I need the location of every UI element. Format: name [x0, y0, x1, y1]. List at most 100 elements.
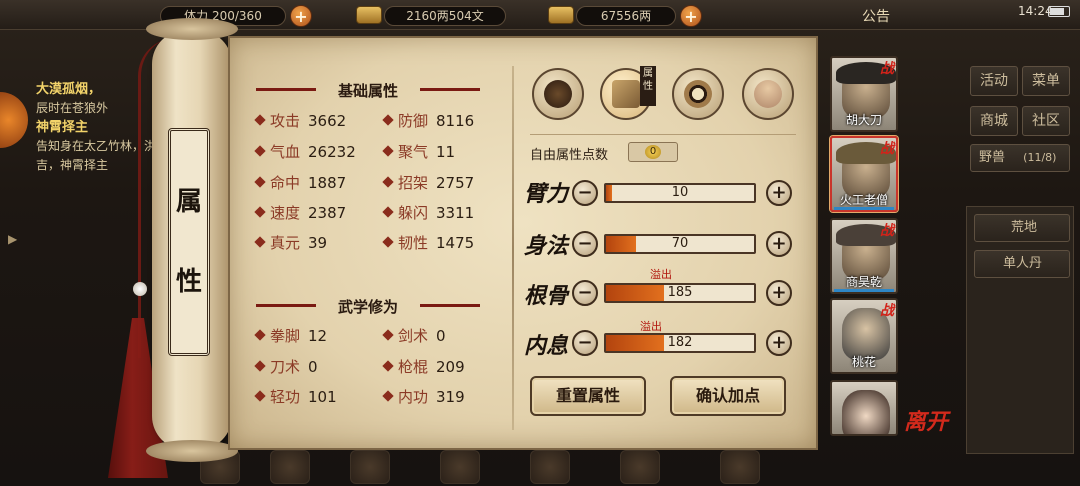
hero-card[interactable]: 战 商昊乾	[830, 218, 898, 294]
body-tab-icon[interactable]	[742, 68, 794, 120]
reset-attributes-button[interactable]: 重置属性	[530, 376, 646, 416]
attr-constitution-label: 根骨	[524, 283, 569, 309]
decrease-inner-breath-button[interactable]: −	[572, 330, 598, 356]
stat-value: 1887	[308, 174, 347, 192]
hero-name: 胡大刀	[845, 113, 882, 127]
community-button[interactable]: 社区	[1022, 106, 1070, 136]
martial-spear: 枪棍 209	[382, 356, 465, 377]
constitution-value: 185	[667, 285, 693, 300]
silver-icon	[356, 6, 382, 24]
stat-value: 3662	[308, 112, 347, 130]
pet-count: (11/8)	[1023, 151, 1057, 164]
stat-value: 209	[436, 358, 465, 376]
tab-separator	[530, 134, 796, 135]
single-pill-item[interactable]: 单人丹	[974, 250, 1070, 278]
basic-attributes-title: 基础属性	[256, 80, 480, 101]
stat-value: 11	[436, 143, 456, 161]
confirm-points-button[interactable]: 确认加点	[670, 376, 786, 416]
free-points-value: 0	[645, 145, 661, 159]
dock-icon[interactable]	[720, 450, 760, 484]
hero-card[interactable]: 战 胡大刀	[830, 56, 898, 132]
stat-dodge: 躲闪 3311	[382, 202, 475, 223]
menu-button[interactable]: 菜单	[1022, 66, 1070, 96]
dock-icon[interactable]	[620, 450, 660, 484]
stat-label: 命中	[270, 174, 301, 192]
stat-accuracy: 命中 1887	[254, 172, 347, 193]
stat-toughness: 韧性 1475	[382, 232, 475, 253]
agility-bar[interactable]: 70	[604, 234, 756, 254]
right-item-panel	[966, 206, 1074, 454]
decrease-agility-button[interactable]: −	[572, 231, 598, 257]
attr-agility-label: 身法	[524, 233, 569, 259]
agility-value: 70	[671, 236, 689, 251]
stat-value: 319	[436, 388, 465, 406]
hero-hp-bar	[834, 207, 894, 210]
notice-button[interactable]: 公告	[862, 6, 890, 26]
dock-icon[interactable]	[530, 450, 570, 484]
stat-label: 韧性	[398, 234, 429, 252]
in-battle-badge: 战	[880, 141, 894, 157]
inner-breath-bar[interactable]: 182	[604, 333, 756, 353]
stat-value: 8116	[436, 112, 475, 130]
decrease-constitution-button[interactable]: −	[572, 280, 598, 306]
stat-value: 0	[436, 327, 446, 345]
martial-blade: 刀术 0	[254, 356, 318, 377]
stat-value: 3311	[436, 204, 475, 222]
attr-strength-label: 臂力	[524, 181, 569, 207]
scroll-title-label: 属 性	[168, 128, 210, 356]
stat-value: 2387	[308, 204, 347, 222]
pet-button[interactable]: 野兽 (11/8)	[970, 144, 1070, 172]
increase-constitution-button[interactable]: +	[766, 280, 792, 306]
hero-card-selected[interactable]: 战 火工老僧	[830, 136, 898, 212]
stat-value: 1475	[436, 234, 475, 252]
stat-label: 拳脚	[270, 327, 301, 345]
stat-value: 0	[308, 358, 318, 376]
dock-icon[interactable]	[440, 450, 480, 484]
stat-label: 聚气	[398, 143, 429, 161]
add-gold-button[interactable]: +	[680, 5, 702, 27]
hero-name: 商昊乾	[845, 275, 882, 289]
leave-button[interactable]: 离开	[904, 404, 948, 436]
stat-parry: 招架 2757	[382, 172, 475, 193]
add-stamina-button[interactable]: +	[290, 5, 312, 27]
stat-label: 枪棍	[398, 358, 429, 376]
hero-portrait	[842, 390, 890, 434]
constitution-bar[interactable]: 185	[604, 283, 756, 303]
hat-tab-icon[interactable]	[532, 68, 584, 120]
hero-card[interactable]: 战 桃花	[830, 298, 898, 374]
increase-strength-button[interactable]: +	[766, 180, 792, 206]
stat-value: 12	[308, 327, 328, 345]
stat-value: 26232	[308, 143, 356, 161]
activity-button[interactable]: 活动	[970, 66, 1018, 96]
battery-icon	[1048, 6, 1070, 17]
gold-icon	[548, 6, 574, 24]
expand-arrow-icon[interactable]: ▶	[8, 232, 22, 248]
shop-button[interactable]: 商城	[970, 106, 1018, 136]
dock-icon[interactable]	[350, 450, 390, 484]
stat-label: 剑术	[398, 327, 429, 345]
increase-inner-breath-button[interactable]: +	[766, 330, 792, 356]
quest-tracker[interactable]: 大漠孤烟， 辰时在苍狼外 神霄择主 告知身在太乙竹林，洪吉，神霄择主	[0, 80, 160, 220]
stat-label: 刀术	[270, 358, 301, 376]
stat-true-essence: 真元 39	[254, 232, 328, 253]
martial-lightness: 轻功 101	[254, 386, 337, 407]
dock-icon[interactable]	[270, 450, 310, 484]
bottom-dock	[200, 446, 840, 486]
stat-label: 内功	[398, 388, 429, 406]
stat-label: 招架	[398, 174, 429, 192]
stat-label: 气血	[270, 143, 301, 161]
active-tab-tag: 属性	[640, 66, 656, 106]
stat-label: 轻功	[270, 388, 301, 406]
attr-inner-breath-label: 内息	[524, 333, 569, 359]
strength-bar[interactable]: 10	[604, 183, 756, 203]
in-battle-badge: 战	[880, 223, 894, 239]
decrease-strength-button[interactable]: −	[572, 180, 598, 206]
bagua-tab-icon[interactable]	[672, 68, 724, 120]
wasteland-item[interactable]: 荒地	[974, 214, 1070, 242]
hero-card[interactable]	[830, 380, 898, 436]
stat-defense: 防御 8116	[382, 110, 475, 131]
stat-value: 2757	[436, 174, 475, 192]
stat-value: 39	[308, 234, 328, 252]
increase-agility-button[interactable]: +	[766, 231, 792, 257]
bead-icon	[133, 282, 147, 296]
